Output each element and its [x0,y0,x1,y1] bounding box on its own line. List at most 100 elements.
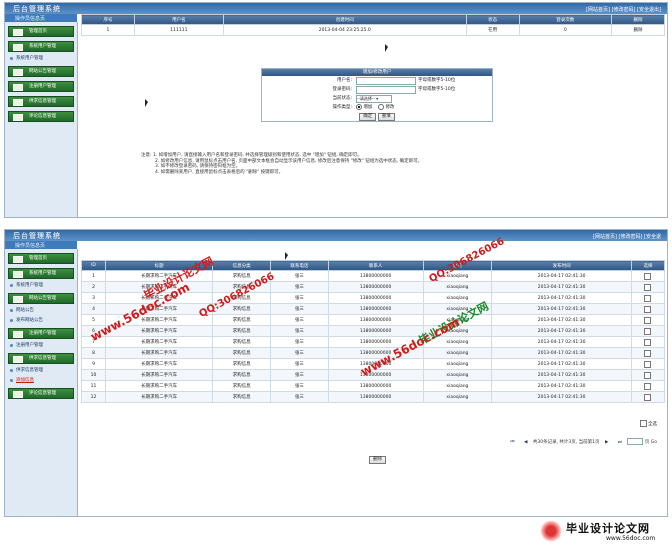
table-cell: xiaoqiang [422,292,493,304]
username-input[interactable] [356,77,416,85]
sidebar-item[interactable]: 网站公告 [8,307,74,314]
checkbox-icon[interactable] [644,338,652,346]
prev-page-icon[interactable]: ◀ [524,440,527,445]
sidebar-item[interactable]: 发布网站公告 [8,317,74,324]
sidebar-item-label: 供求信息管理 [29,99,56,104]
checkbox-icon[interactable] [644,393,652,401]
table-cell: 2013-04-17 02:41:30 [491,292,632,304]
table-cell: 2013-04-17 02:41:30 [491,369,632,381]
title-link[interactable]: 长期求购二手汽车 [105,369,214,381]
row-select-cell[interactable] [630,270,666,282]
menu-icon [13,356,23,363]
checkbox-icon[interactable] [644,272,652,280]
menu-icon [13,84,23,91]
sidebar-item[interactable]: 网站公告管理 [8,293,74,304]
title-link[interactable]: 长期求购二手汽车 [105,336,214,348]
checkbox-icon[interactable] [644,360,652,368]
sidebar-item[interactable]: 注册用户管理 [8,81,74,92]
sidebar-item-label: 供求信息管理 [16,368,43,373]
username-link[interactable]: 111111 [133,24,224,36]
table-cell: 13800000000 [327,292,424,304]
table-cell: 张三 [269,314,329,326]
title-link[interactable]: 长期求购二手汽车 [105,281,214,293]
column-header: 信息分类 [212,260,271,271]
sidebar-item[interactable]: 系统用户管理 [8,41,74,52]
row-select-cell[interactable] [630,281,666,293]
password-input[interactable] [356,86,416,94]
top-links[interactable]: [网站首页] [修改密码] [安全退出] [586,6,661,13]
reset-button[interactable]: 重填 [377,113,395,121]
sidebar-item[interactable]: 系统用户管理 [8,55,74,62]
table-cell: 求购信息 [212,314,271,326]
select-all[interactable]: 全选 [639,420,657,427]
column-header: 联系人 [327,260,424,271]
menu-icon [13,271,23,278]
sidebar-item[interactable]: 供求信息管理 [8,96,74,107]
checkbox-icon[interactable] [644,371,652,379]
checkbox-icon[interactable] [644,283,652,291]
page-input[interactable] [627,438,644,445]
user-table: 序号 用户名 创建时间 状态 登录次数 删除 1 111111 2013-04-04 23:2… [81,14,665,36]
row-select-cell[interactable] [630,391,666,403]
delete-link[interactable]: 删除 [611,24,665,36]
checkbox-icon[interactable] [644,294,652,302]
table-cell: 求购信息 [212,391,271,403]
row-select-cell[interactable] [630,336,666,348]
status-select[interactable]: --请选择-- ▾ [356,95,392,103]
title-link[interactable]: 长期求购二手汽车 [105,347,214,359]
sidebar-item[interactable]: 供求信息管理 [8,353,74,364]
row-select-cell[interactable] [630,303,666,315]
table-cell: 求购信息 [212,358,271,370]
sidebar-item[interactable]: 评论信息管理 [8,111,74,122]
column-header: 序号 [81,14,135,25]
checkbox-icon[interactable] [644,327,652,335]
title-link[interactable]: 长期求购二手汽车 [105,314,214,326]
sidebar-item[interactable]: 添加信息 [8,377,74,384]
next-page-icon[interactable]: ▶ [605,440,608,445]
submit-button[interactable]: 确定 [359,113,377,121]
sidebar-item[interactable]: 供求信息管理 [8,367,74,374]
sidebar-item[interactable]: 注册用户管理 [8,328,74,339]
sidebar-item[interactable]: 网站公告管理 [8,66,74,77]
title-link[interactable]: 长期求购二手汽车 [105,380,214,392]
delete-button[interactable]: 删除 [369,456,386,464]
row-select-cell[interactable] [630,358,666,370]
sub-bar-label: 操作员信息页 [15,16,46,22]
row-select-cell[interactable] [630,314,666,326]
sidebar-item[interactable]: 系统用户管理 [8,282,74,289]
checkbox-icon[interactable] [644,305,652,313]
sidebar-item[interactable]: 管理首页 [8,26,74,37]
table-cell: xiaoqiang [422,369,493,381]
status-label: 当前状态: [332,96,352,101]
row-select-cell[interactable] [630,380,666,392]
checkbox-icon[interactable] [644,382,652,390]
last-page-icon[interactable]: ⏭ [618,439,622,445]
table-cell: 13800000000 [327,270,424,282]
op-add-radio[interactable]: 增加 [356,103,372,112]
sidebar-item[interactable]: 注册用户管理 [8,342,74,349]
op-edit-radio[interactable]: 修改 [378,103,394,112]
title-link[interactable]: 长期求购二手汽车 [105,303,214,315]
row-select-cell[interactable] [630,347,666,359]
title-link[interactable]: 长期求购二手汽车 [105,270,214,282]
password-hint: 字母或数字5-10位 [418,87,456,92]
first-page-icon[interactable]: ⏮ [510,439,514,445]
sidebar-item[interactable]: 系统用户管理 [8,268,74,279]
column-header: 用户名 [133,14,224,25]
checkbox-icon[interactable] [644,316,652,324]
checkbox-icon[interactable] [644,349,652,357]
column-header: 标题 [105,260,214,271]
row-select-cell[interactable] [630,369,666,381]
title-link[interactable]: 长期求购二手汽车 [105,325,214,337]
top-links[interactable]: [网站首页] [修改密码] [安全退 [593,233,661,240]
table-cell: 8 [80,347,107,359]
title-link[interactable]: 长期求购二手汽车 [105,292,214,304]
app-logo: 后台管理系统 [13,5,61,13]
row-select-cell[interactable] [630,292,666,304]
sidebar-item[interactable]: 管理首页 [8,253,74,264]
sidebar-item[interactable]: 评论信息管理 [8,388,74,399]
title-link[interactable]: 长期求购二手汽车 [105,391,214,403]
row-select-cell[interactable] [630,325,666,337]
go-button[interactable]: Go [651,440,657,445]
title-link[interactable]: 长期求购二手汽车 [105,358,214,370]
